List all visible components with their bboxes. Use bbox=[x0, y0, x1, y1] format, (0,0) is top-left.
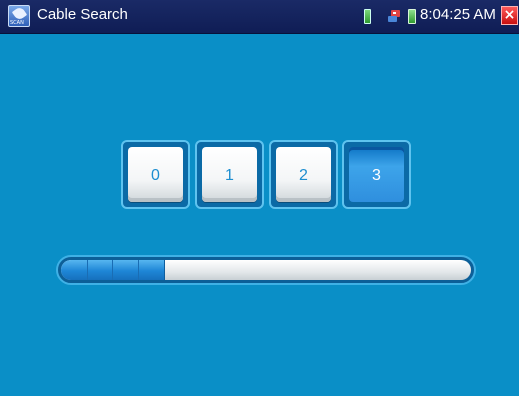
digit-selector: 0 1 2 3 bbox=[121, 140, 411, 210]
digit-label: 0 bbox=[128, 147, 183, 202]
usb-icon bbox=[388, 10, 400, 22]
window-title: Cable Search bbox=[37, 6, 128, 23]
close-button[interactable]: × bbox=[501, 6, 518, 25]
digit-label: 3 bbox=[349, 147, 404, 202]
scan-app-icon: SCAN bbox=[8, 5, 30, 27]
digit-button-3[interactable]: 3 bbox=[342, 140, 411, 209]
progress-fill bbox=[61, 260, 165, 280]
title-bar: SCAN Cable Search 8:04:25 AM × bbox=[0, 0, 519, 34]
digit-button-1[interactable]: 1 bbox=[195, 140, 264, 209]
digit-label: 1 bbox=[202, 147, 257, 202]
digit-label: 2 bbox=[276, 147, 331, 202]
digit-button-2[interactable]: 2 bbox=[269, 140, 338, 209]
clock: 8:04:25 AM bbox=[420, 6, 496, 23]
search-progress-bar bbox=[56, 255, 476, 285]
sim-icon bbox=[364, 9, 371, 24]
battery-icon bbox=[408, 9, 416, 24]
digit-button-0[interactable]: 0 bbox=[121, 140, 190, 209]
close-icon[interactable]: × bbox=[504, 7, 516, 23]
